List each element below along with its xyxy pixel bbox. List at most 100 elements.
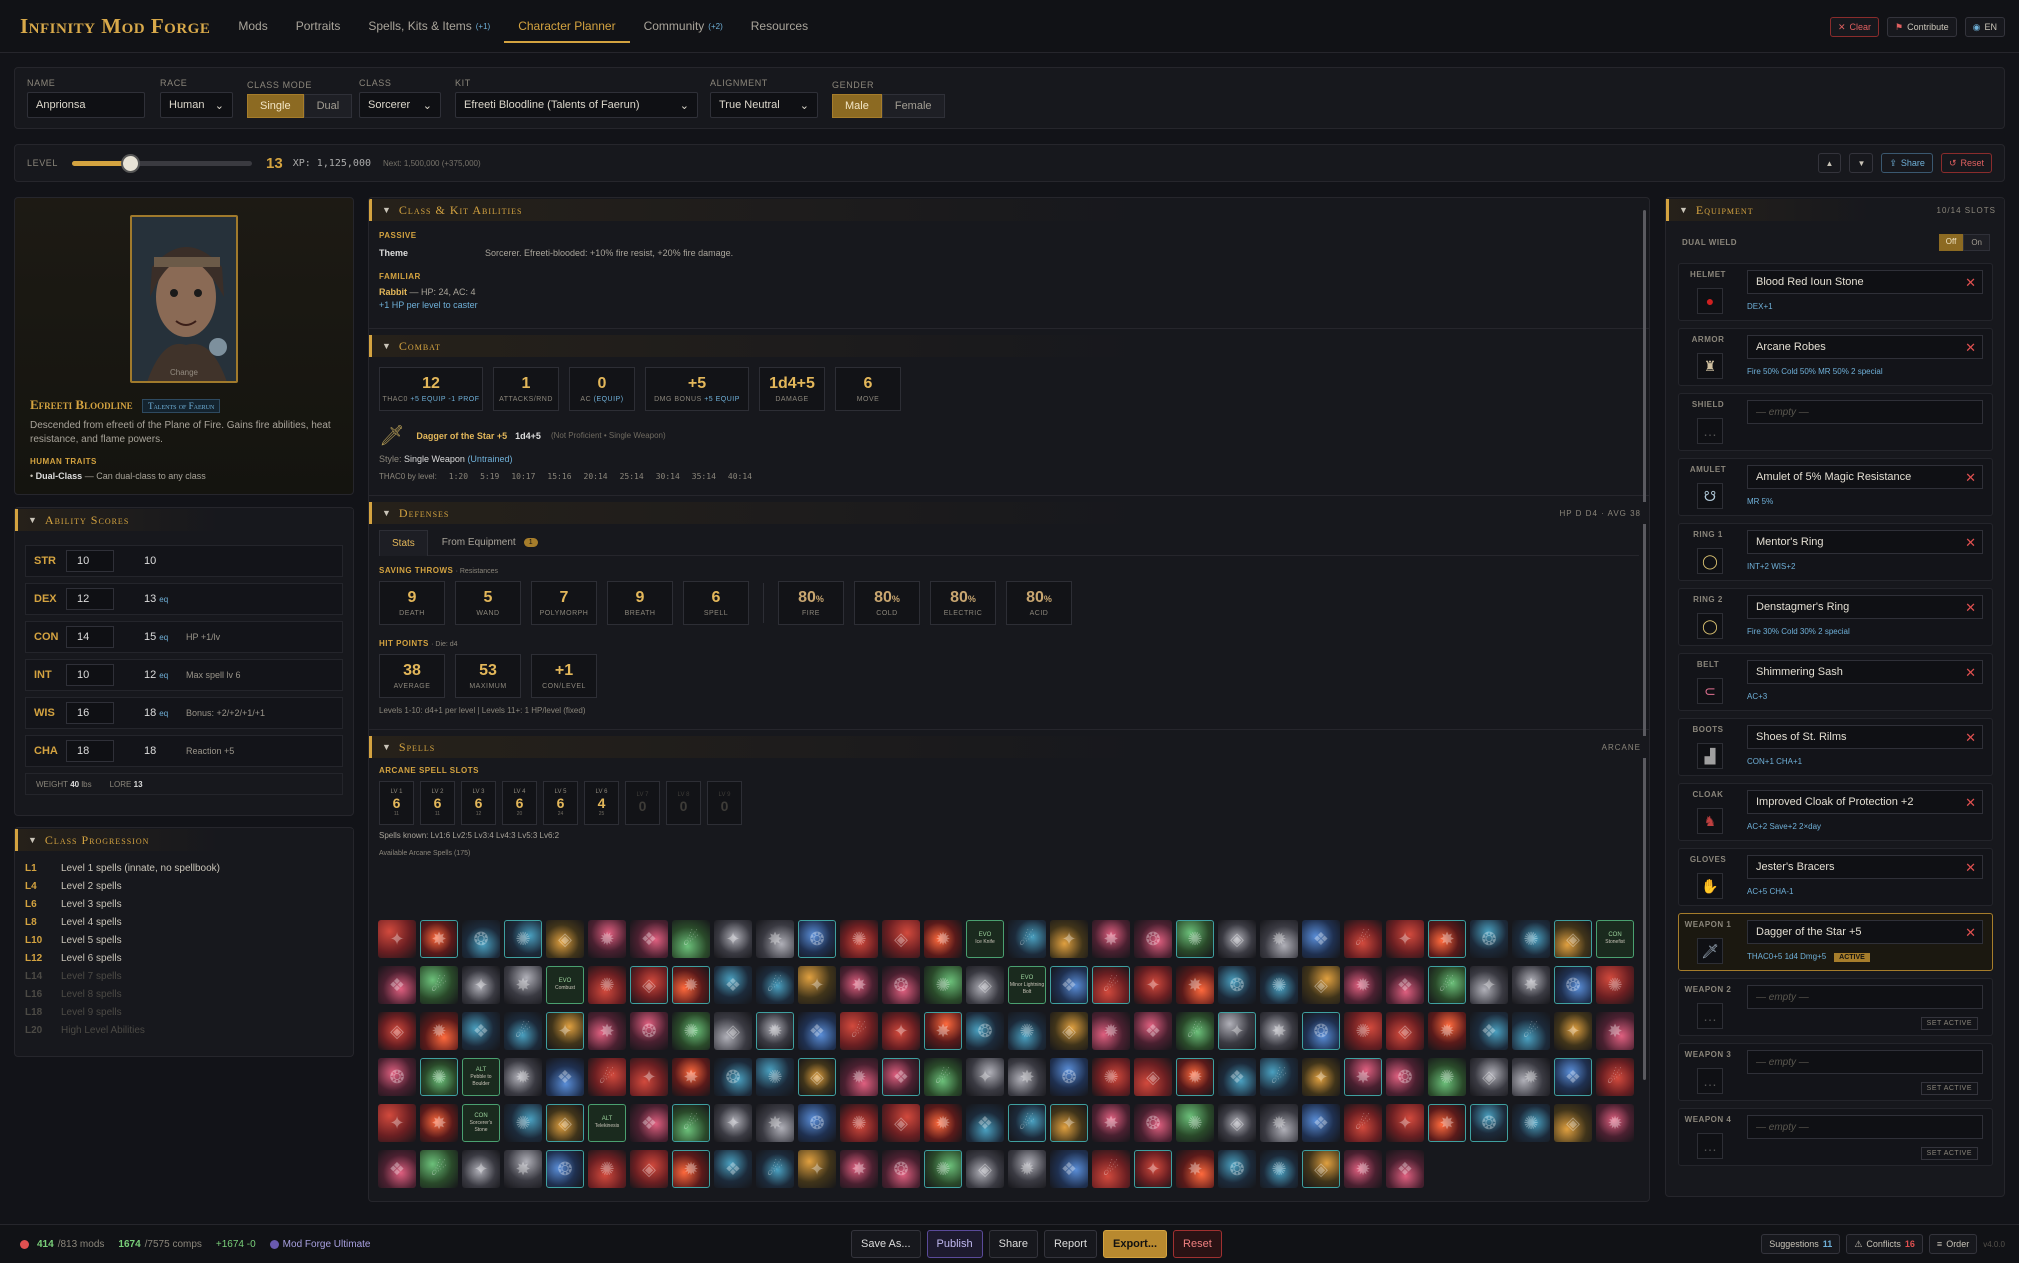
spell-icon[interactable]: ☄ — [1344, 1104, 1382, 1142]
spell-icon[interactable]: ✸ — [1428, 920, 1466, 958]
spell-icon[interactable]: ✺ — [1512, 1104, 1550, 1142]
equip-item-name[interactable]: Shoes of St. Rilms ✕ — [1747, 725, 1983, 749]
remove-item-icon[interactable]: ✕ — [1965, 925, 1976, 941]
order-button[interactable]: ≡ Order — [1928, 1234, 1978, 1254]
spell-icon[interactable]: ✦ — [1386, 1104, 1424, 1142]
gender-male[interactable]: Male — [832, 94, 882, 118]
spell-icon[interactable]: ✹ — [1260, 920, 1298, 958]
ability-base-input[interactable]: 14 — [66, 626, 114, 648]
spell-icon[interactable]: ✺ — [1512, 920, 1550, 958]
spell-icon[interactable]: ◈ — [1554, 1104, 1592, 1142]
spell-icon[interactable]: ☄ — [672, 1104, 710, 1142]
spell-icon[interactable]: ✸ — [1008, 1058, 1046, 1096]
spell-icon[interactable]: ☄ — [1008, 920, 1046, 958]
spell-icon[interactable]: ✹ — [924, 920, 962, 958]
dagger-icon[interactable]: 🗡 — [1697, 938, 1723, 964]
set-active-button[interactable]: SET ACTIVE — [1920, 1017, 1978, 1030]
spell-icon[interactable]: ✸ — [1176, 1150, 1214, 1188]
spell-icon[interactable]: ☄ — [840, 1012, 878, 1050]
spell-icon[interactable]: ❖ — [1302, 920, 1340, 958]
combat-header[interactable]: ▼ Combat — [369, 335, 1649, 357]
spells-header[interactable]: ▼ Spells ARCANE — [369, 736, 1649, 758]
nav-mods[interactable]: Mods — [238, 0, 267, 53]
spell-icon[interactable]: ✹ — [420, 1012, 458, 1050]
spell-icon[interactable]: ✦ — [462, 1150, 500, 1188]
spell-icon[interactable]: ☄ — [672, 920, 710, 958]
spell-icon[interactable]: ✹ — [1428, 1012, 1466, 1050]
spell-icon[interactable]: ❂ — [1302, 1012, 1340, 1050]
spell-icon[interactable]: ✹ — [672, 966, 710, 1004]
spell-icon[interactable]: ✦ — [546, 1012, 584, 1050]
spell-icon[interactable]: ✸ — [1092, 1104, 1130, 1142]
spell-icon[interactable]: ☄ — [924, 1058, 962, 1096]
spell-icon[interactable]: ❂ — [798, 1104, 836, 1142]
spell-icon[interactable]: ❖ — [378, 966, 416, 1004]
spell-icon[interactable]: ✺ — [1260, 1150, 1298, 1188]
ioun-stone-icon[interactable]: ● — [1697, 288, 1723, 314]
ability-scores-header[interactable]: ▼ Ability Scores — [15, 509, 353, 531]
spell-icon[interactable]: ◈ — [966, 1150, 1004, 1188]
publish-button[interactable]: Publish — [926, 1230, 983, 1258]
spell-icon[interactable]: ✺ — [1008, 1012, 1046, 1050]
remove-item-icon[interactable]: ✕ — [1965, 275, 1976, 291]
nav-resources[interactable]: Resources — [751, 0, 808, 53]
ability-base-input[interactable]: 16 — [66, 702, 114, 724]
spell-icon-labeled[interactable]: EVO Combust — [546, 966, 584, 1004]
spell-icon[interactable]: ☄ — [1092, 1150, 1130, 1188]
character-portrait[interactable]: Change — [130, 215, 238, 383]
spell-icon[interactable]: ✦ — [1470, 966, 1508, 1004]
robe-icon[interactable]: ♜ — [1697, 353, 1723, 379]
spell-icon[interactable]: ✹ — [1596, 1104, 1634, 1142]
spell-icon[interactable]: ❖ — [1386, 1150, 1424, 1188]
spell-icon[interactable]: ◈ — [882, 920, 920, 958]
equip-item-name[interactable]: Denstagmer's Ring ✕ — [1747, 595, 1983, 619]
equipment-header[interactable]: ▼ Equipment 10/14 SLOTS — [1666, 199, 2004, 221]
app-logo[interactable]: Infinity Mod Forge — [20, 14, 210, 39]
equip-empty-placeholder[interactable]: — empty — — [1747, 985, 1983, 1009]
spell-icon-labeled[interactable]: ALT Telekinesis — [588, 1104, 626, 1142]
spell-icon[interactable]: ✸ — [756, 920, 794, 958]
nav-portraits[interactable]: Portraits — [296, 0, 341, 53]
spell-icon[interactable]: ✺ — [504, 1104, 542, 1142]
remove-item-icon[interactable]: ✕ — [1965, 860, 1976, 876]
spell-icon[interactable]: ❂ — [1554, 966, 1592, 1004]
remove-item-icon[interactable]: ✕ — [1965, 795, 1976, 811]
gender-female[interactable]: Female — [881, 94, 945, 118]
empty-slot-icon[interactable]: … — [1697, 1133, 1723, 1159]
spell-icon[interactable]: ☄ — [1344, 920, 1382, 958]
spell-icon[interactable]: ☄ — [756, 966, 794, 1004]
spell-icon[interactable]: ✺ — [1596, 966, 1634, 1004]
ring-icon[interactable]: ◯ — [1697, 548, 1723, 574]
spell-icon[interactable]: ◈ — [798, 1058, 836, 1096]
ring-icon[interactable]: ◯ — [1697, 613, 1723, 639]
spell-icon[interactable]: ✹ — [672, 1150, 710, 1188]
spell-icon[interactable]: ✦ — [1386, 920, 1424, 958]
equip-empty-placeholder[interactable]: — empty — — [1747, 1050, 1983, 1074]
spell-icon[interactable]: ✦ — [966, 1058, 1004, 1096]
spell-icon[interactable]: ✹ — [1176, 1058, 1214, 1096]
spell-icon[interactable]: ❂ — [882, 1150, 920, 1188]
equip-item-name[interactable]: Arcane Robes ✕ — [1747, 335, 1983, 359]
spell-icon[interactable]: ✦ — [378, 920, 416, 958]
spell-icon-labeled[interactable]: EVO Ice Knife — [966, 920, 1004, 958]
spell-icon[interactable]: ◈ — [1218, 1104, 1256, 1142]
class-mode-single[interactable]: Single — [247, 94, 304, 118]
spell-icon[interactable]: ❖ — [1050, 1150, 1088, 1188]
equip-item-name[interactable]: Jester's Bracers ✕ — [1747, 855, 1983, 879]
equip-empty-placeholder[interactable]: — empty — — [1747, 400, 1983, 424]
spell-icon-labeled[interactable]: CON Sorcerer's Stone — [462, 1104, 500, 1142]
spell-icon[interactable]: ❖ — [882, 1058, 920, 1096]
spell-icon[interactable]: ❂ — [1218, 966, 1256, 1004]
amulet-icon[interactable]: ☋ — [1697, 483, 1723, 509]
level-down-button[interactable]: ▼ — [1849, 153, 1874, 173]
spell-icon[interactable]: ✦ — [1134, 1150, 1172, 1188]
spell-icon[interactable]: ☄ — [588, 1058, 626, 1096]
spell-icon[interactable]: ❂ — [1218, 1150, 1256, 1188]
ability-base-input[interactable]: 10 — [66, 550, 114, 572]
spell-icon[interactable]: ❖ — [1050, 966, 1088, 1004]
spell-icon[interactable]: ❖ — [1470, 1012, 1508, 1050]
dual-wield-off[interactable]: Off — [1938, 234, 1964, 251]
spell-icon[interactable]: ❂ — [378, 1058, 416, 1096]
spell-icon[interactable]: ❂ — [462, 920, 500, 958]
spell-icon[interactable]: ❂ — [1470, 920, 1508, 958]
